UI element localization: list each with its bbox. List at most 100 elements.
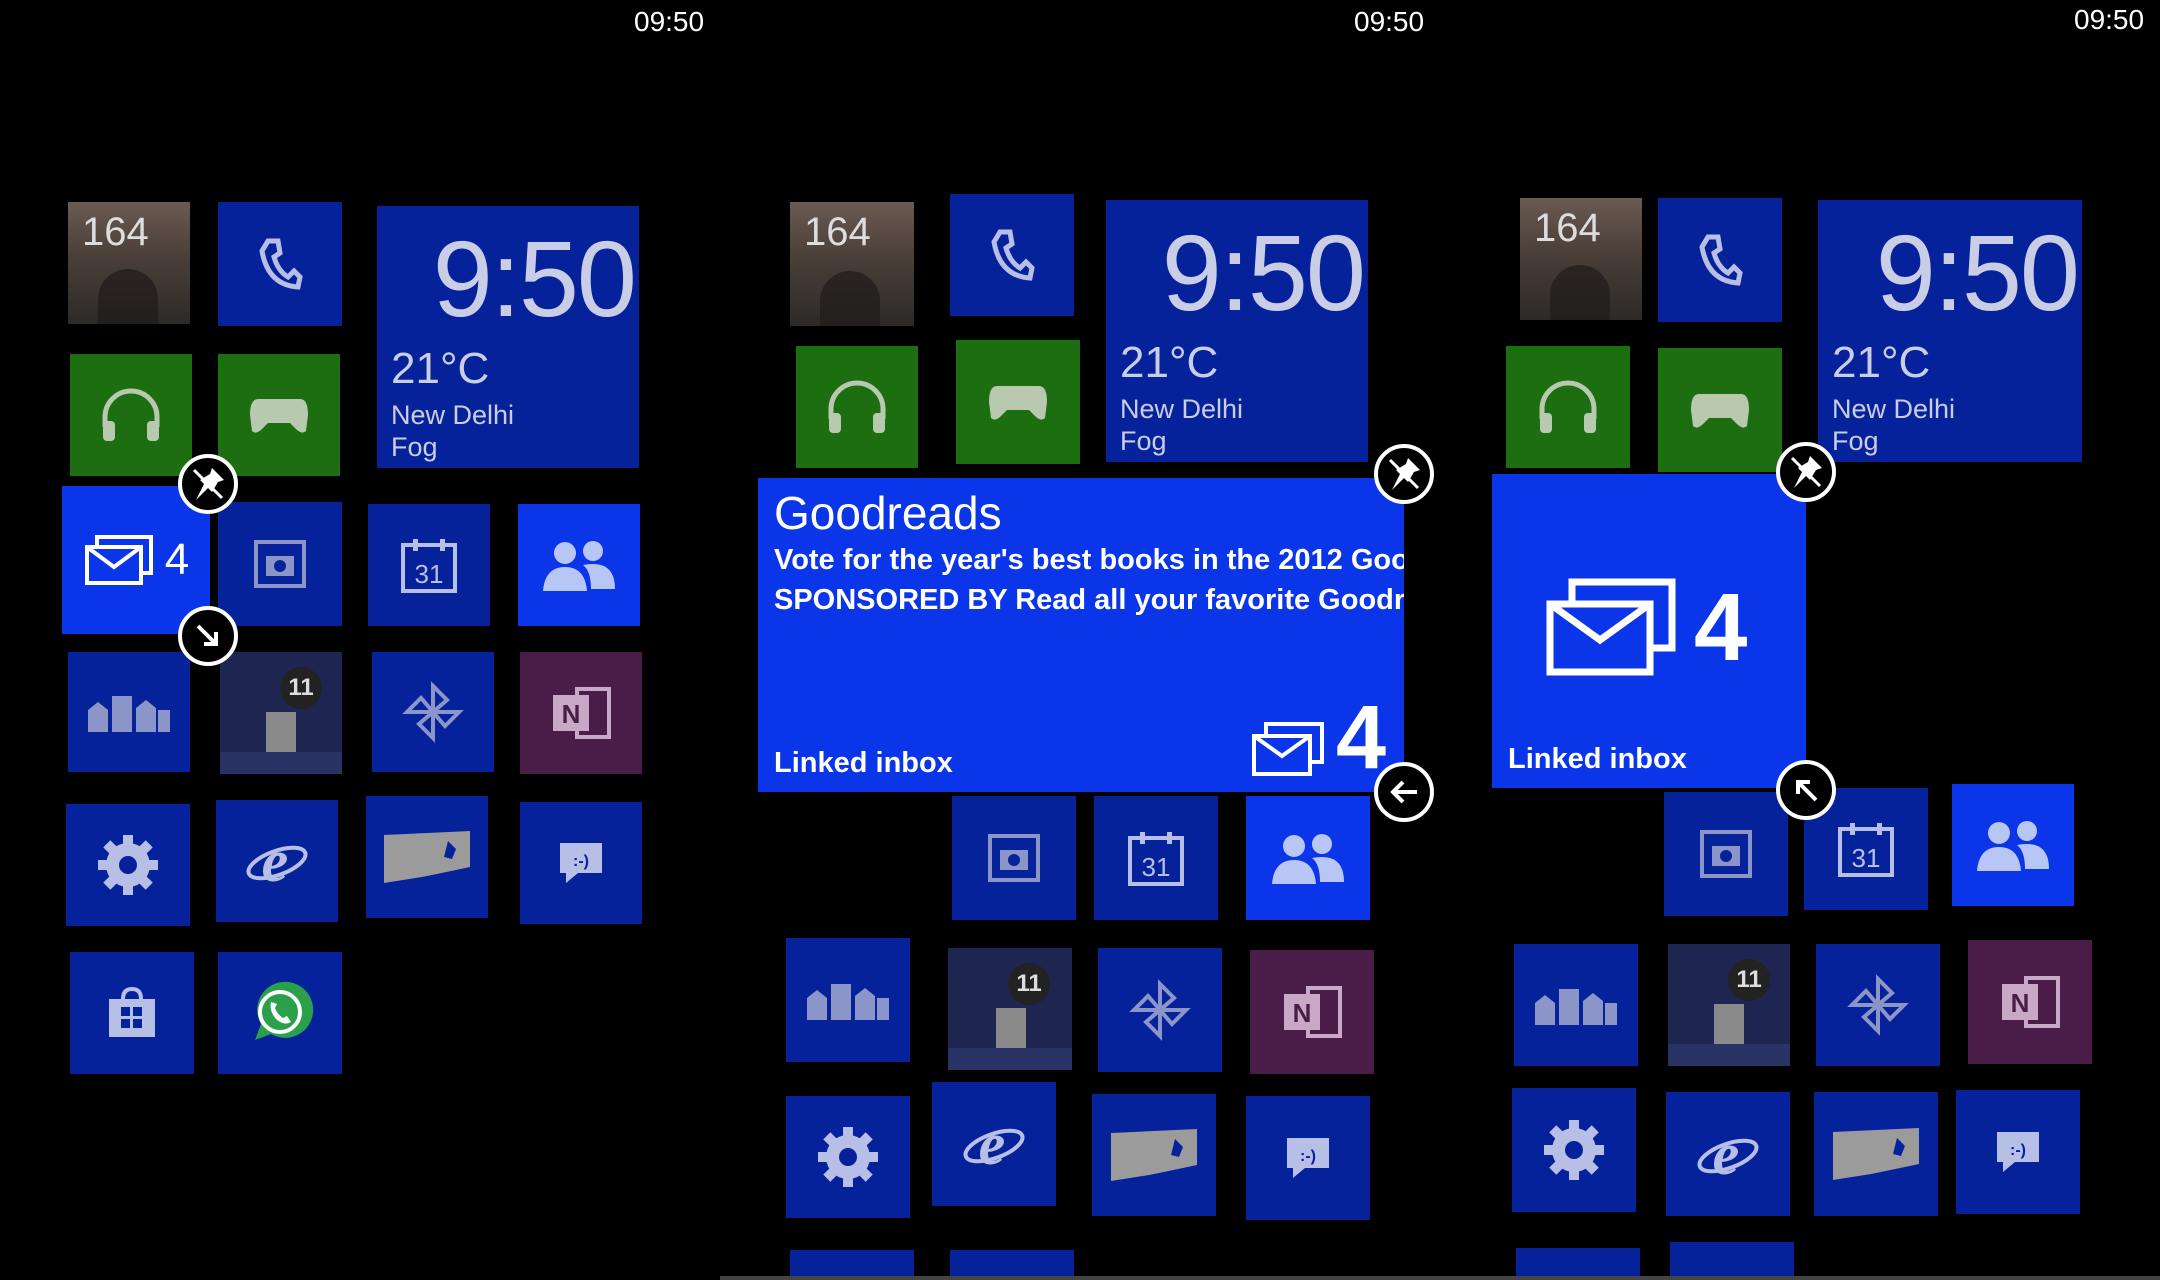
chat-icon: :-) xyxy=(520,802,642,924)
calendar-day: 31 xyxy=(1142,852,1171,882)
local-scout-tile[interactable] xyxy=(1514,944,1638,1066)
news-tile[interactable]: 11 xyxy=(948,948,1072,1070)
local-scout-tile[interactable] xyxy=(68,652,190,772)
settings-tile[interactable] xyxy=(66,804,190,926)
pinwheel-tile[interactable] xyxy=(1098,948,1222,1072)
clock-time: 9:50 xyxy=(1875,212,2080,333)
calendar-tile[interactable]: 31 xyxy=(1094,796,1218,920)
headphones-icon xyxy=(70,354,192,476)
pinwheel-tile[interactable] xyxy=(372,652,494,772)
onenote-icon: N xyxy=(520,652,642,774)
status-time: 09:50 xyxy=(634,6,705,37)
news-tile[interactable]: 11 xyxy=(1668,944,1790,1066)
news-tile[interactable]: 11 xyxy=(220,652,342,774)
resize-button[interactable] xyxy=(1776,760,1836,820)
weather-clock-tile[interactable]: 9:50 21°C New Delhi Fog xyxy=(377,206,639,468)
photos-tile[interactable]: 164 xyxy=(1520,198,1642,320)
phone-tile[interactable] xyxy=(950,194,1074,316)
unpin-button[interactable] xyxy=(1374,444,1434,504)
messaging-tile[interactable]: :-) xyxy=(520,802,642,924)
xbox-games-tile[interactable] xyxy=(1658,348,1782,472)
people-tile[interactable] xyxy=(1246,796,1370,920)
phone-tile[interactable] xyxy=(218,202,342,326)
arrow-down-right-icon xyxy=(196,624,218,646)
panel-divider xyxy=(720,1276,1440,1280)
photos-count: 164 xyxy=(1534,206,1601,250)
local-scout-tile[interactable] xyxy=(786,938,910,1062)
internet-explorer-tile[interactable]: e xyxy=(216,800,338,922)
onenote-tile[interactable]: N xyxy=(1250,950,1374,1074)
photo-thumbnail xyxy=(1550,265,1610,320)
calendar-day: 31 xyxy=(1852,843,1881,873)
messaging-tile[interactable]: :-) xyxy=(1246,1096,1370,1220)
internet-explorer-tile[interactable]: e xyxy=(1666,1092,1790,1216)
music-tile[interactable] xyxy=(796,346,918,468)
pinwheel-tile[interactable] xyxy=(1816,944,1940,1066)
weather-clock-tile[interactable]: 9:50 21°C New Delhi Fog xyxy=(1818,200,2082,462)
settings-tile[interactable] xyxy=(1512,1088,1636,1212)
settings-tile[interactable] xyxy=(786,1096,910,1218)
phone-tile[interactable] xyxy=(1658,198,1782,322)
resize-button[interactable] xyxy=(178,606,238,666)
camera-tile[interactable] xyxy=(1664,792,1788,916)
whatsapp-tile[interactable] xyxy=(218,952,342,1074)
unpin-icon xyxy=(1388,458,1420,490)
camera-tile[interactable] xyxy=(952,796,1076,920)
unpin-button[interactable] xyxy=(1776,442,1836,502)
mail-tile-small[interactable]: 4 xyxy=(62,486,210,634)
maps-tile[interactable] xyxy=(1814,1092,1938,1216)
music-tile[interactable] xyxy=(70,354,192,476)
internet-explorer-tile[interactable]: e xyxy=(932,1082,1056,1206)
calendar-icon: 31 xyxy=(1094,796,1218,920)
camera-icon xyxy=(218,502,342,626)
calendar-tile[interactable]: 31 xyxy=(368,504,490,626)
map-icon xyxy=(366,796,488,918)
onenote-tile[interactable]: N xyxy=(1968,940,2092,1064)
pinwheel-icon xyxy=(1098,948,1222,1072)
pinwheel-icon xyxy=(372,652,494,772)
mail-tile-medium[interactable]: 4 Linked inbox xyxy=(1492,474,1806,788)
gear-icon xyxy=(1512,1088,1636,1212)
camera-tile[interactable] xyxy=(218,502,342,626)
camera-icon xyxy=(952,796,1076,920)
people-tile[interactable] xyxy=(518,504,640,626)
music-tile[interactable] xyxy=(1506,346,1630,468)
onenote-tile[interactable]: N xyxy=(520,652,642,774)
xbox-controller-icon xyxy=(956,340,1080,464)
people-tile[interactable] xyxy=(1952,784,2074,906)
xbox-games-tile[interactable] xyxy=(956,340,1080,464)
mail-tile-wide[interactable]: Goodreads Vote for the year's best books… xyxy=(758,478,1404,792)
buildings-icon xyxy=(1514,944,1638,1066)
status-time: 09:50 xyxy=(2074,4,2145,35)
notification-badge: 11 xyxy=(1008,963,1050,1005)
mail-count-group: 4 xyxy=(1544,578,1747,678)
store-icon xyxy=(70,952,194,1074)
screen-small-tile: 09:50 164 9:50 21°C New Delhi Fog 4 31 1… xyxy=(0,0,720,1280)
photos-tile[interactable]: 164 xyxy=(790,202,914,326)
unpin-icon xyxy=(192,468,224,500)
unpin-button[interactable] xyxy=(178,454,238,514)
photos-count: 164 xyxy=(82,210,149,254)
weather-condition: Fog xyxy=(1832,426,1879,456)
svg-text:N: N xyxy=(1293,998,1312,1028)
svg-text:e: e xyxy=(1713,1121,1740,1187)
weather-clock-tile[interactable]: 9:50 21°C New Delhi Fog xyxy=(1106,200,1368,462)
buildings-icon xyxy=(68,652,190,772)
xbox-games-tile[interactable] xyxy=(218,354,340,476)
mail-unread-count: 4 xyxy=(1694,574,1748,681)
tile-label: Linked inbox xyxy=(1508,743,1687,775)
notification-badge: 11 xyxy=(1728,959,1770,1001)
store-tile[interactable] xyxy=(70,952,194,1074)
resize-button[interactable] xyxy=(1374,762,1434,822)
camera-icon xyxy=(1664,792,1788,916)
maps-tile[interactable] xyxy=(366,796,488,918)
xbox-controller-icon xyxy=(218,354,340,476)
whatsapp-tile-partial[interactable] xyxy=(1670,1242,1794,1280)
whatsapp-icon xyxy=(218,952,342,1074)
ie-icon: e xyxy=(216,800,338,922)
phone-icon xyxy=(218,202,342,326)
messaging-tile[interactable]: :-) xyxy=(1956,1090,2080,1214)
svg-text:N: N xyxy=(562,699,581,729)
maps-tile[interactable] xyxy=(1092,1094,1216,1216)
photos-tile[interactable]: 164 xyxy=(68,202,190,324)
